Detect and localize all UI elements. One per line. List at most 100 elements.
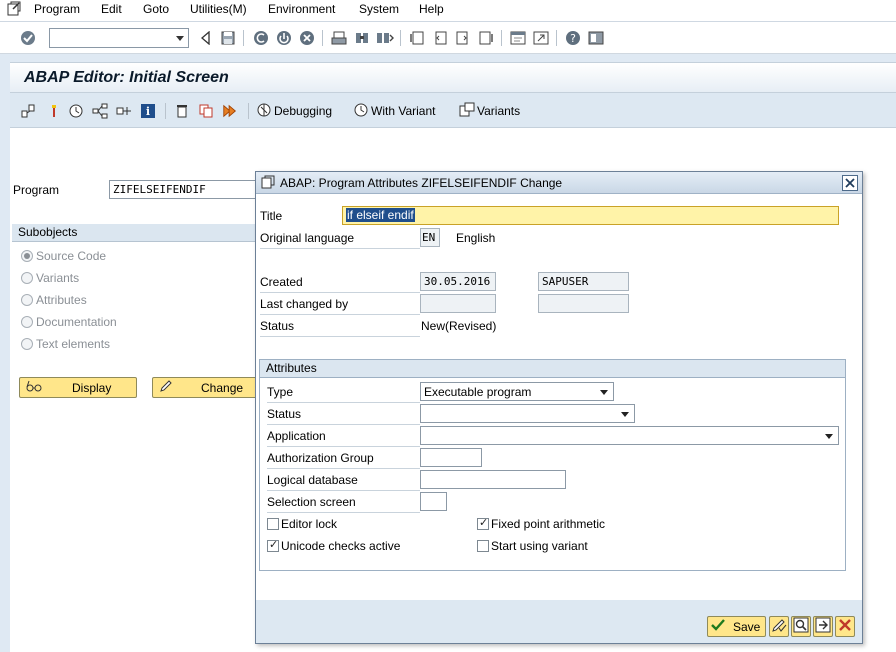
menu-bar: Program Edit Goto Utilities(M) Environme… (0, 0, 896, 22)
unicode-checks-checkbox[interactable]: Unicode checks active (267, 538, 400, 554)
first-page-icon[interactable] (408, 29, 426, 47)
find-next-icon[interactable] (376, 29, 394, 47)
label-underline (267, 468, 420, 469)
info-icon[interactable]: i (140, 103, 156, 119)
variants-button[interactable]: Variants (459, 102, 520, 121)
radio-variants[interactable]: Variants (21, 270, 79, 286)
with-variant-button[interactable]: With Variant (353, 103, 435, 119)
application-toolbar: i Debugging With Variant Variants (10, 92, 896, 128)
menu-goto[interactable]: Goto (143, 2, 169, 16)
where-used-icon[interactable] (92, 103, 108, 119)
cancel-x-icon[interactable] (298, 29, 316, 47)
radio-attributes[interactable]: Attributes (21, 292, 87, 308)
close-icon[interactable] (842, 175, 858, 191)
title-input[interactable]: if elseif endif (342, 206, 839, 225)
enter-icon[interactable] (19, 29, 37, 47)
type-select-value: Executable program (424, 385, 532, 399)
logical-database-input[interactable] (420, 470, 566, 489)
label-underline (260, 314, 420, 315)
fixed-point-checkbox[interactable]: Fixed point arithmetic (477, 516, 605, 532)
magnifier-icon (793, 617, 809, 636)
transport-button[interactable] (813, 616, 833, 637)
menu-utilities[interactable]: Utilities(M) (190, 2, 247, 16)
find-button[interactable] (791, 616, 811, 637)
last-changed-label: Last changed by (260, 297, 349, 311)
status-value: New(Revised) (421, 319, 497, 333)
toolbar-separator (243, 30, 244, 46)
menu-program[interactable]: Program (34, 2, 80, 16)
radio-text-elements[interactable]: Text elements (21, 336, 110, 352)
editor-lock-label: Editor lock (281, 517, 338, 531)
label-underline (260, 248, 420, 249)
menu-help[interactable]: Help (419, 2, 444, 16)
status-select[interactable] (420, 404, 635, 423)
previous-page-icon[interactable] (431, 29, 449, 47)
exit-icon[interactable] (252, 29, 270, 47)
system-menu-icon[interactable] (6, 1, 22, 17)
created-label: Created (260, 275, 303, 289)
check-icon[interactable] (46, 103, 62, 119)
start-variant-label: Start using variant (491, 539, 588, 553)
print-icon[interactable] (330, 29, 348, 47)
execute-icon[interactable] (222, 103, 238, 119)
radio-icon (21, 294, 33, 306)
program-input[interactable]: ZIFELSEIFENDIF (109, 180, 259, 199)
cancel-icon[interactable] (275, 29, 293, 47)
check-button[interactable] (769, 616, 789, 637)
checkbox-box (477, 540, 489, 552)
copy-icon[interactable] (198, 103, 214, 119)
label-underline (267, 490, 420, 491)
label-underline (260, 292, 420, 293)
chevron-down-icon (600, 390, 608, 395)
menu-environment[interactable]: Environment (268, 2, 335, 16)
change-button[interactable]: Change (152, 377, 262, 398)
pencil-check-icon (771, 617, 787, 636)
radio-label: Text elements (36, 337, 111, 351)
last-page-icon[interactable] (477, 29, 495, 47)
radio-documentation[interactable]: Documentation (21, 314, 117, 330)
display-button[interactable]: Display (19, 377, 137, 398)
type-select[interactable]: Executable program (420, 382, 614, 401)
last-changed-user (538, 294, 629, 313)
chevron-down-icon (621, 412, 629, 417)
radio-source-code[interactable]: Source Code (21, 248, 106, 264)
delete-icon[interactable] (174, 103, 190, 119)
save-icon[interactable] (219, 29, 237, 47)
start-variant-checkbox[interactable]: Start using variant (477, 538, 588, 554)
cancel-button[interactable] (835, 616, 855, 637)
command-field[interactable] (49, 28, 189, 48)
execute-variant-icon (353, 102, 369, 121)
layout-menu-icon[interactable] (587, 29, 605, 47)
toolbar-separator (322, 30, 323, 46)
other-object-icon[interactable] (20, 103, 36, 119)
menu-edit[interactable]: Edit (101, 2, 122, 16)
radio-label: Source Code (36, 249, 107, 263)
with-variant-label: With Variant (371, 104, 436, 118)
variants-icon (459, 102, 475, 121)
activate-icon[interactable] (68, 103, 84, 119)
attributes-title: Attributes (266, 361, 317, 375)
debugging-button[interactable]: Debugging (256, 103, 332, 119)
application-select[interactable] (420, 426, 839, 445)
new-session-icon[interactable] (509, 29, 527, 47)
chevron-down-icon[interactable] (176, 36, 184, 41)
shortcut-icon[interactable] (532, 29, 550, 47)
checkbox-box (477, 516, 489, 530)
glasses-icon (26, 379, 42, 396)
authorization-group-input[interactable] (420, 448, 482, 467)
menu-system[interactable]: System (359, 2, 399, 16)
selection-screen-input[interactable] (420, 492, 447, 511)
dialog-title-bar[interactable]: ABAP: Program Attributes ZIFELSEIFENDIF … (256, 172, 862, 194)
editor-lock-checkbox[interactable]: Editor lock (267, 516, 337, 532)
logical-database-label: Logical database (267, 473, 358, 487)
help-icon[interactable]: ? (564, 29, 582, 47)
save-button[interactable]: Save (707, 616, 766, 637)
back-icon[interactable] (197, 29, 215, 47)
checkbox-box (267, 538, 279, 552)
find-icon[interactable] (353, 29, 371, 47)
object-list-icon[interactable] (116, 103, 132, 119)
radio-label: Variants (36, 271, 80, 285)
next-page-icon[interactable] (454, 29, 472, 47)
dialog-footer: Save (256, 600, 862, 643)
authorization-group-label: Authorization Group (267, 451, 374, 465)
